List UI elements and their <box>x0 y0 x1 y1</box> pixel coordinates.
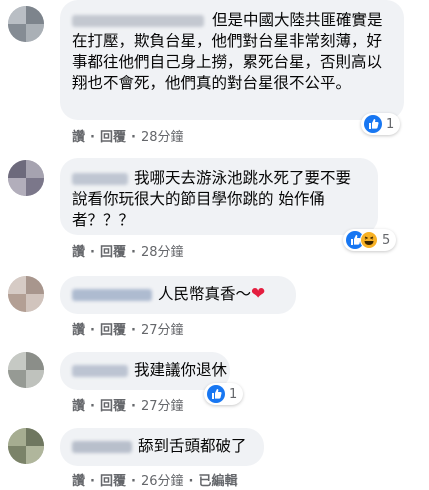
author-name[interactable] <box>72 172 128 185</box>
reaction-count: 1 <box>386 116 395 132</box>
like-link[interactable]: 讚 <box>72 126 85 145</box>
reply-link[interactable]: 回覆 <box>100 241 126 260</box>
reaction-summary[interactable]: 1 <box>361 113 401 135</box>
haha-icon <box>360 231 378 249</box>
timestamp[interactable]: 26分鐘 <box>141 470 184 489</box>
comment-actions: 讚 · 回覆 · 28分鐘 <box>72 241 183 260</box>
like-link[interactable]: 讚 <box>72 319 85 338</box>
comment-actions: 讚 · 回覆 · 28分鐘 <box>72 126 183 145</box>
reply-link[interactable]: 回覆 <box>100 470 126 489</box>
reaction-summary[interactable]: 1 <box>204 383 244 405</box>
comment-bubble: 但是中國大陸共匪確實是在打壓，欺負台星，他們對台星非常刻薄，好事都往他們自己身上… <box>60 0 404 120</box>
comment-actions: 讚 · 回覆 · 27分鐘 <box>72 319 183 338</box>
avatar[interactable] <box>8 428 44 464</box>
comment-bubble: 舔到舌頭都破了 <box>60 428 264 466</box>
avatar[interactable] <box>8 276 44 312</box>
timestamp[interactable]: 27分鐘 <box>141 395 184 414</box>
author-name[interactable] <box>72 288 152 301</box>
reply-link[interactable]: 回覆 <box>100 126 126 145</box>
reply-link[interactable]: 回覆 <box>100 395 126 414</box>
reply-link[interactable]: 回覆 <box>100 319 126 338</box>
like-icon <box>207 385 225 403</box>
comment-bubble: 我哪天去游泳池跳水死了要不要說看你玩很大的節目學你跳的 始作俑者？？？ <box>60 158 378 235</box>
author-name[interactable] <box>72 364 128 377</box>
avatar[interactable] <box>8 160 44 196</box>
comment-text: 舔到舌頭都破了 <box>138 437 247 455</box>
edited-label[interactable]: 已編輯 <box>198 470 237 489</box>
timestamp[interactable]: 28分鐘 <box>141 126 184 145</box>
reaction-summary[interactable]: 5 <box>343 229 397 251</box>
comment-actions: 讚 · 回覆 · 27分鐘 <box>72 395 183 414</box>
timestamp[interactable]: 27分鐘 <box>141 319 184 338</box>
comment-bubble: 我建議你退休 <box>60 352 230 390</box>
author-name[interactable] <box>72 14 204 27</box>
like-link[interactable]: 讚 <box>72 395 85 414</box>
reaction-count: 5 <box>382 232 391 248</box>
comment-text: 人民幣真香～ <box>158 285 252 303</box>
avatar[interactable] <box>8 352 44 388</box>
like-icon <box>364 115 382 133</box>
reaction-count: 1 <box>229 386 238 402</box>
comment-bubble: 人民幣真香～❤ <box>60 276 296 314</box>
comment-actions: 讚 · 回覆 · 26分鐘 · 已編輯 <box>72 470 237 489</box>
author-name[interactable] <box>72 440 132 453</box>
like-link[interactable]: 讚 <box>72 241 85 260</box>
timestamp[interactable]: 28分鐘 <box>141 241 184 260</box>
heart-icon: ❤ <box>251 284 266 304</box>
avatar[interactable] <box>8 6 44 42</box>
like-link[interactable]: 讚 <box>72 470 85 489</box>
comment-text: 我建議你退休 <box>134 361 228 379</box>
